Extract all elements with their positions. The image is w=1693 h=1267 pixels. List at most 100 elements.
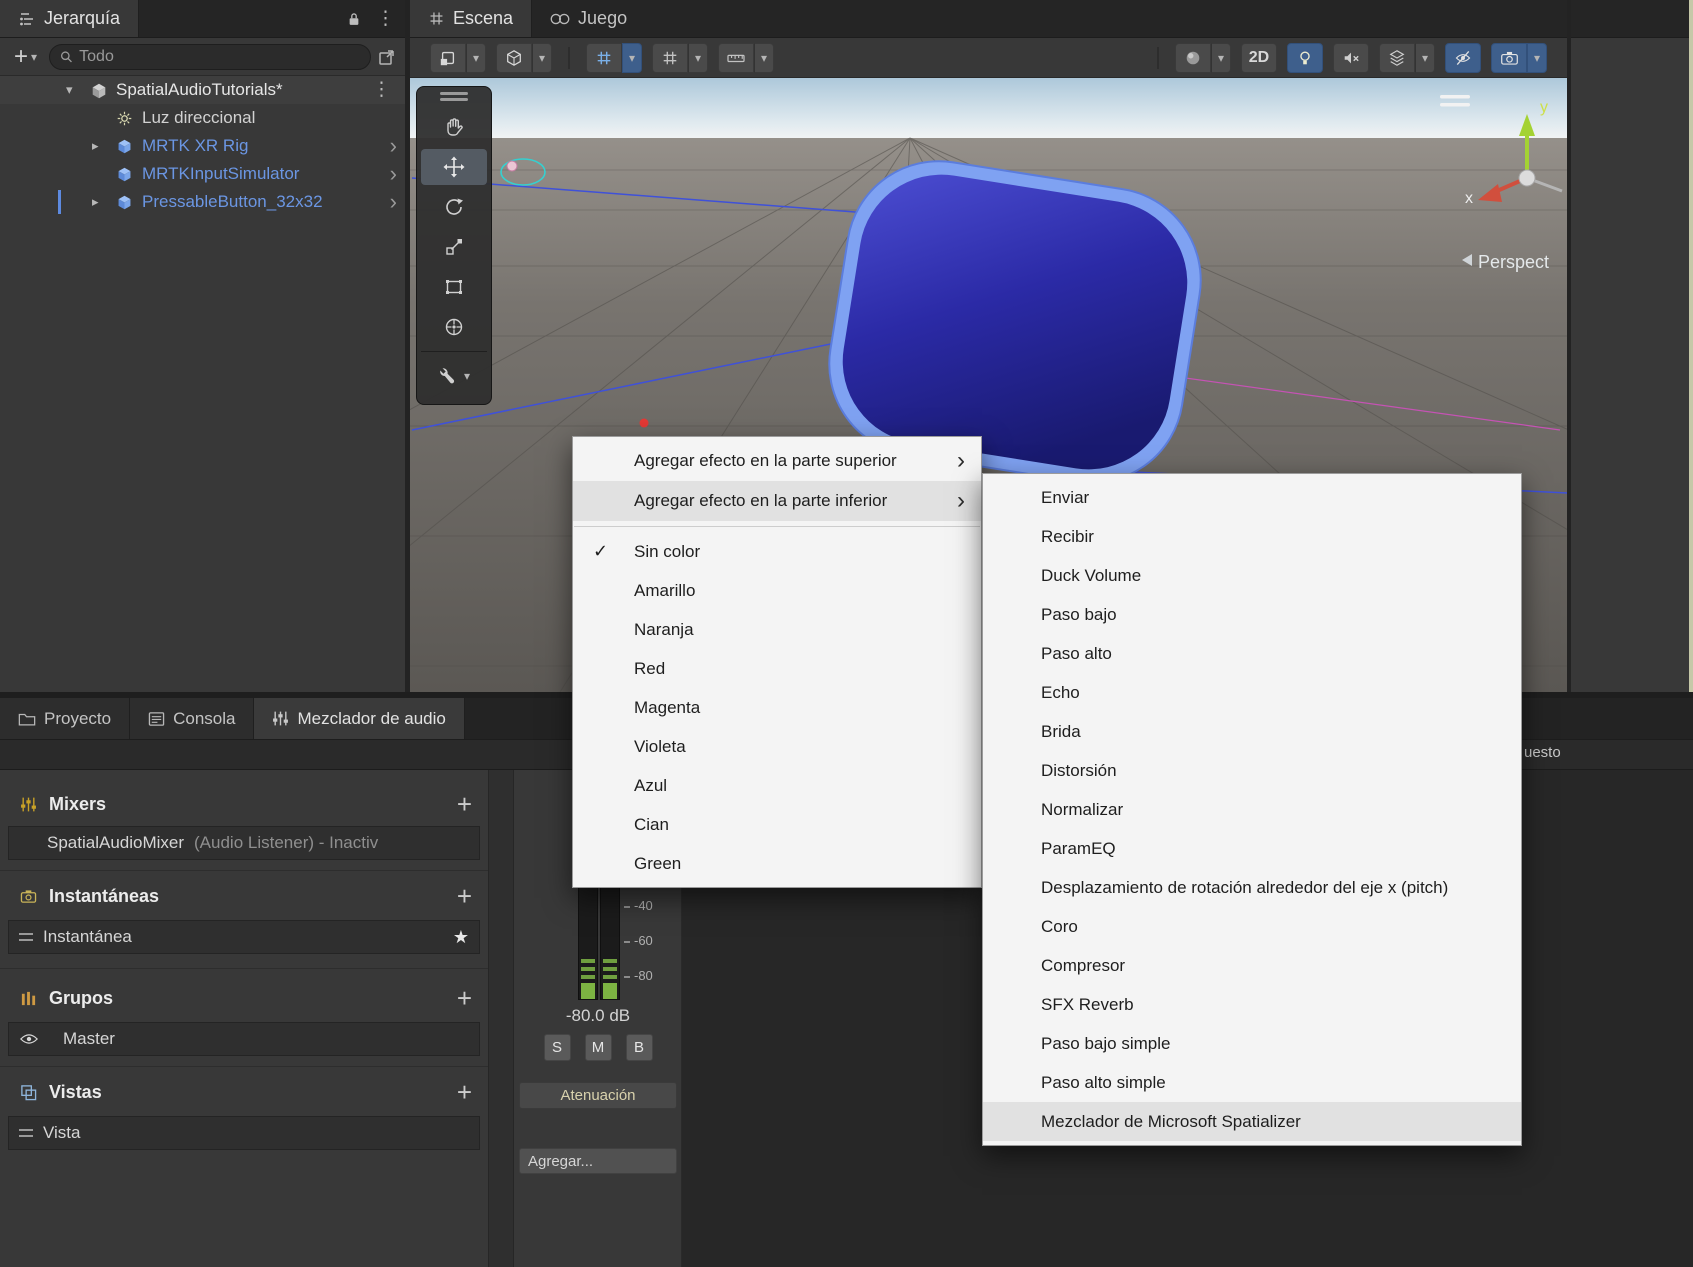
hierarchy-item-mrtk-xr-rig[interactable]: ▸ MRTK XR Rig › <box>0 132 405 160</box>
grid-snap-button[interactable] <box>586 43 622 73</box>
pivot-orientation-caret[interactable]: ▾ <box>532 43 552 73</box>
submenu-item-duck-volume[interactable]: Duck Volume <box>983 556 1521 595</box>
view-hand-tool-button[interactable] <box>421 109 487 145</box>
tool-settings-caret[interactable]: ▾ <box>466 43 486 73</box>
menu-item-color-magenta[interactable]: Magenta <box>573 688 981 727</box>
group-row-master[interactable]: Master <box>8 1022 480 1056</box>
menu-item-add-effect-top[interactable]: Agregar efecto en la parte superior › <box>573 441 981 481</box>
submenu-item-microsoft-spatializer-mixer[interactable]: Mezclador de Microsoft Spatializer <box>983 1102 1521 1141</box>
open-prefab-icon[interactable]: › <box>390 188 397 216</box>
grid-visibility-caret[interactable]: ▾ <box>688 43 708 73</box>
submenu-item-compressor[interactable]: Compresor <box>983 946 1521 985</box>
attenuation-effect-slot[interactable]: Atenuación <box>519 1082 677 1109</box>
exposed-parameters-partial-label[interactable]: uesto <box>1524 744 1561 761</box>
transform-tool-button[interactable] <box>421 309 487 345</box>
submenu-item-parameq[interactable]: ParamEQ <box>983 829 1521 868</box>
shading-mode-button[interactable] <box>1175 43 1211 73</box>
snapshot-row[interactable]: Instantánea ★ <box>8 920 480 954</box>
menu-item-color-green[interactable]: Green <box>573 844 981 883</box>
submenu-item-highpass-simple[interactable]: Paso alto simple <box>983 1063 1521 1102</box>
hierarchy-item-pressable-button[interactable]: ▸ PressableButton_32x32 › <box>0 188 405 216</box>
grid-snap-caret[interactable]: ▾ <box>622 43 642 73</box>
scene-effects-caret[interactable]: ▾ <box>1415 43 1435 73</box>
tool-settings-button[interactable] <box>430 43 466 73</box>
foldout-open-icon[interactable]: ▾ <box>66 76 73 104</box>
volume-db-value[interactable]: -80.0 dB <box>514 1006 682 1026</box>
scene-effects-button[interactable] <box>1379 43 1415 73</box>
menu-item-color-violet[interactable]: Violeta <box>573 727 981 766</box>
menu-item-color-cyan[interactable]: Cian <box>573 805 981 844</box>
bypass-button[interactable]: B <box>626 1034 653 1061</box>
submenu-item-lowpass-simple[interactable]: Paso bajo simple <box>983 1024 1521 1063</box>
rect-tool-button[interactable] <box>421 269 487 305</box>
2d-mode-button[interactable]: 2D <box>1241 43 1277 73</box>
hierarchy-item-mrtk-input-simulator[interactable]: MRTKInputSimulator › <box>0 160 405 188</box>
add-effect-button[interactable]: Agregar... <box>519 1148 677 1174</box>
hierarchy-kebab-icon[interactable]: ⋮ <box>376 9 395 28</box>
submenu-item-flange[interactable]: Brida <box>983 712 1521 751</box>
tab-hierarchy[interactable]: Jerarquía <box>0 0 139 37</box>
shading-mode-caret[interactable]: ▾ <box>1211 43 1231 73</box>
submenu-item-echo[interactable]: Echo <box>983 673 1521 712</box>
lock-icon[interactable] <box>346 11 362 27</box>
open-prefab-icon[interactable]: › <box>390 132 397 160</box>
snap-increment-button[interactable] <box>718 43 754 73</box>
foldout-closed-icon[interactable]: ▸ <box>92 132 99 160</box>
solo-button[interactable]: S <box>544 1034 571 1061</box>
add-snapshot-button[interactable]: + <box>451 883 478 909</box>
submenu-item-chorus[interactable]: Coro <box>983 907 1521 946</box>
snap-increment-caret[interactable]: ▾ <box>754 43 774 73</box>
move-tool-button[interactable] <box>421 149 487 185</box>
add-object-button[interactable]: + ▾ <box>8 43 43 71</box>
pivot-orientation-button[interactable] <box>496 43 532 73</box>
hierarchy-item-directional-light[interactable]: Luz direccional <box>0 104 405 132</box>
add-mixer-button[interactable]: + <box>451 791 478 817</box>
menu-item-color-none[interactable]: ✓ Sin color <box>573 532 981 571</box>
tab-console[interactable]: Consola <box>130 698 254 739</box>
tab-audio-mixer[interactable]: Mezclador de audio <box>254 698 464 739</box>
mute-button[interactable]: M <box>585 1034 612 1061</box>
scene-kebab-icon[interactable]: ⋮ <box>372 76 391 104</box>
scene-camera-button[interactable] <box>1491 43 1527 73</box>
drag-handle-icon[interactable] <box>19 1129 33 1137</box>
drag-handle-icon[interactable] <box>19 933 33 941</box>
projection-label[interactable]: Perspect <box>1478 252 1549 272</box>
submenu-item-normalize[interactable]: Normalizar <box>983 790 1521 829</box>
tab-scene[interactable]: Escena <box>410 0 532 37</box>
submenu-item-distortion[interactable]: Distorsión <box>983 751 1521 790</box>
tab-project[interactable]: Proyecto <box>0 698 130 739</box>
pick-window-icon[interactable] <box>377 47 397 67</box>
scene-audio-button[interactable] <box>1333 43 1369 73</box>
submenu-item-receive[interactable]: Recibir <box>983 517 1521 556</box>
add-group-button[interactable]: + <box>451 985 478 1011</box>
submenu-item-pitch-shifter[interactable]: Desplazamiento de rotación alrededor del… <box>983 868 1521 907</box>
hierarchy-scene-row[interactable]: ▾ SpatialAudioTutorials* ⋮ <box>0 76 405 104</box>
scene-camera-caret[interactable]: ▾ <box>1527 43 1547 73</box>
custom-tools-button[interactable]: ▾ <box>421 358 487 394</box>
menu-item-color-yellow[interactable]: Amarillo <box>573 571 981 610</box>
submenu-item-lowpass[interactable]: Paso bajo <box>983 595 1521 634</box>
menu-item-color-orange[interactable]: Naranja <box>573 610 981 649</box>
eye-icon[interactable] <box>19 1032 39 1046</box>
view-row[interactable]: Vista <box>8 1116 480 1150</box>
add-view-button[interactable]: + <box>451 1079 478 1105</box>
foldout-closed-icon[interactable]: ▸ <box>92 188 99 216</box>
submenu-item-send[interactable]: Enviar <box>983 478 1521 517</box>
star-icon[interactable]: ★ <box>453 927 469 948</box>
overlay-drag-handle[interactable] <box>417 87 491 105</box>
rotate-tool-button[interactable] <box>421 189 487 225</box>
menu-item-add-effect-bottom[interactable]: Agregar efecto en la parte inferior › <box>573 481 981 521</box>
submenu-item-highpass[interactable]: Paso alto <box>983 634 1521 673</box>
mixer-row-spatialaudiomixer[interactable]: SpatialAudioMixer (Audio Listener) - Ina… <box>8 826 480 860</box>
hierarchy-search-input[interactable] <box>79 48 360 66</box>
menu-item-color-blue[interactable]: Azul <box>573 766 981 805</box>
scene-lighting-button[interactable] <box>1287 43 1323 73</box>
open-prefab-icon[interactable]: › <box>390 160 397 188</box>
gizmo-center[interactable] <box>1519 170 1535 186</box>
submenu-item-sfx-reverb[interactable]: SFX Reverb <box>983 985 1521 1024</box>
tab-game[interactable]: Juego <box>532 0 645 37</box>
scale-tool-button[interactable] <box>421 229 487 265</box>
scene-visibility-button[interactable] <box>1445 43 1481 73</box>
grid-visibility-button[interactable] <box>652 43 688 73</box>
hierarchy-search[interactable] <box>49 44 371 70</box>
